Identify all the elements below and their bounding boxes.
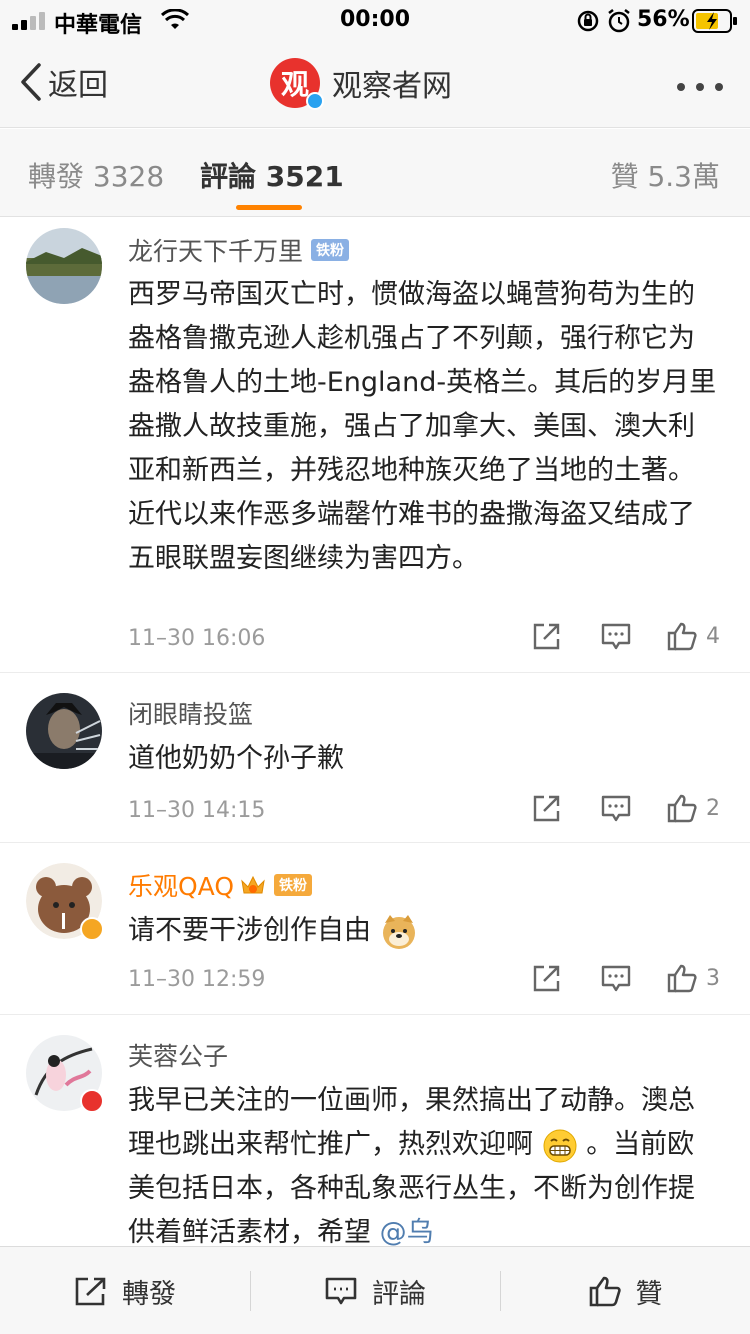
comment-author[interactable]: 乐观QAQ 铁粉	[128, 867, 313, 903]
comment-text: 西罗马帝国灭亡时，惯做海盗以蝇营狗苟为生的盎格鲁撒克逊人趁机强占了不列颠，强行称…	[128, 279, 717, 574]
tab-repost[interactable]: 轉發 3328	[28, 155, 164, 195]
like-count: 2	[706, 795, 720, 821]
logo-char: 观	[280, 68, 309, 101]
comment-item: 乐观QAQ 铁粉 请不要干涉创作自由 11–30 12:59 3	[0, 843, 750, 1015]
grin-emoji-icon	[543, 1129, 577, 1162]
like-button[interactable]: 2	[666, 793, 720, 823]
back-button[interactable]: 返回	[20, 60, 108, 104]
reply-icon[interactable]	[600, 793, 632, 823]
comment-text: 道他奶奶个孙子歉	[128, 743, 344, 774]
thumbs-up-icon	[589, 1276, 621, 1307]
fan-badge: 铁粉	[311, 239, 350, 261]
mention-link[interactable]: @乌	[380, 1217, 434, 1248]
like-button[interactable]: 4	[666, 621, 720, 651]
share-icon[interactable]	[532, 793, 562, 823]
alarm-icon	[608, 9, 630, 33]
comment-text: 我早已关注的一位画师，果然搞出了动静。澳总理也跳出来帮忙推广，热烈欢迎啊 。当前…	[128, 1079, 718, 1255]
badge-icon	[80, 1089, 104, 1113]
like-post-button[interactable]: 贊	[500, 1247, 750, 1334]
avatar[interactable]	[26, 228, 102, 304]
comment-time: 11–30 16:06	[128, 626, 266, 651]
thumbs-up-icon	[667, 964, 697, 993]
comment-actions: 4	[530, 621, 730, 655]
avatar[interactable]	[26, 863, 104, 941]
comment-actions: 2	[530, 793, 730, 827]
chevron-left-icon	[21, 63, 41, 101]
rotation-lock-icon	[577, 10, 599, 32]
comment-button[interactable]: 評論	[250, 1247, 500, 1334]
tab-likes[interactable]: 贊 5.3萬	[611, 155, 720, 195]
comment-author[interactable]: 芙蓉公子	[128, 1037, 228, 1073]
share-icon	[75, 1277, 106, 1306]
comment-text-content: 请不要干涉创作自由	[128, 915, 371, 946]
comment-time: 11–30 14:15	[128, 798, 266, 823]
author-name: 芙蓉公子	[128, 1042, 229, 1071]
account-logo: 观	[270, 58, 324, 110]
doge-emoji-icon	[382, 914, 415, 949]
like-count: 3	[706, 965, 720, 991]
repost-button[interactable]: 轉發	[0, 1247, 250, 1334]
comment-label: 評論	[372, 1278, 426, 1310]
like-count: 4	[706, 623, 720, 649]
repost-label: 轉發	[122, 1278, 176, 1310]
reply-icon[interactable]	[600, 963, 632, 993]
nav-bar: 返回 观 观察者网	[0, 40, 750, 128]
comment-time: 11–30 12:59	[128, 967, 266, 992]
comment-author[interactable]: 闭眼睛投篮	[128, 695, 253, 731]
comment-author[interactable]: 龙行天下千万里 铁粉	[128, 232, 350, 268]
more-icon[interactable]	[676, 82, 724, 92]
account-header[interactable]: 观 观察者网	[270, 58, 452, 110]
back-label: 返回	[48, 68, 108, 103]
avatar[interactable]	[26, 1035, 104, 1113]
thumbs-up-icon	[667, 794, 697, 823]
like-button[interactable]: 3	[666, 963, 720, 993]
comment-text: 请不要干涉创作自由	[128, 909, 718, 953]
share-icon[interactable]	[532, 621, 562, 651]
comment-item: 闭眼睛投篮 道他奶奶个孙子歉 11–30 14:15 2	[0, 673, 750, 843]
avatar[interactable]	[26, 693, 102, 769]
comment-item: 龙行天下千万里 铁粉 西罗马帝国灭亡时，惯做海盗以蝇营狗苟为生的盎格鲁撒克逊人趁…	[0, 218, 750, 673]
verified-icon	[306, 92, 324, 110]
reply-icon[interactable]	[600, 621, 632, 651]
comment-icon	[325, 1277, 357, 1305]
fan-badge: 铁粉	[274, 874, 313, 896]
comment-actions: 3	[530, 963, 730, 997]
share-icon[interactable]	[532, 963, 562, 993]
status-bar: 中華電信 00:00 56%	[0, 0, 750, 40]
battery-percent: 56%	[637, 7, 690, 32]
author-name: 乐观QAQ	[128, 872, 235, 901]
verified-badge-icon	[80, 917, 104, 941]
author-name: 龙行天下千万里	[128, 237, 304, 266]
like-label: 贊	[635, 1278, 663, 1310]
page-title: 观察者网	[332, 69, 452, 104]
bottom-toolbar: 轉發 評論 贊	[0, 1246, 750, 1334]
tab-comments[interactable]: 評論 3521	[200, 155, 344, 195]
active-tab-indicator	[236, 205, 302, 210]
comment-item: 芙蓉公子 我早已关注的一位画师，果然搞出了动静。澳总理也跳出来帮忙推广，热烈欢迎…	[0, 1015, 750, 1248]
author-name: 闭眼睛投篮	[128, 700, 254, 729]
tab-bar: 轉發 3328 評論 3521 贊 5.3萬	[0, 129, 750, 217]
thumbs-up-icon	[667, 622, 697, 651]
crown-icon	[241, 875, 265, 894]
battery-icon	[692, 9, 737, 33]
